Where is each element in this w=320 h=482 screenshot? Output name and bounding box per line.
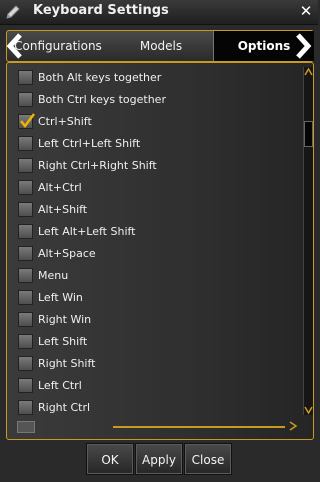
option-row[interactable]: Left Ctrl+Left Shift xyxy=(7,133,297,155)
chevron-right-icon[interactable] xyxy=(292,31,314,61)
option-label: Right Ctrl xyxy=(38,401,91,414)
option-label: Menu xyxy=(38,269,69,282)
option-row[interactable]: Left Win xyxy=(7,287,297,309)
option-label: Left Ctrl xyxy=(38,379,82,392)
option-checkbox[interactable] xyxy=(18,334,33,349)
options-panel: Both Alt keys together Both Ctrl keys tog… xyxy=(6,62,314,440)
option-checkbox[interactable] xyxy=(18,92,33,107)
pencil-icon xyxy=(6,5,20,19)
option-label: Alt+Ctrl xyxy=(38,181,82,194)
vertical-scrollbar[interactable] xyxy=(303,67,313,415)
option-checkbox[interactable] xyxy=(18,246,33,261)
option-label: Alt+Space xyxy=(38,247,96,260)
option-checkbox[interactable] xyxy=(18,202,33,217)
window-title: Keyboard Settings xyxy=(33,3,169,18)
option-label: Alt+Shift xyxy=(38,203,88,216)
tab-models[interactable]: Models xyxy=(109,31,213,61)
chevron-left-icon[interactable] xyxy=(4,31,26,61)
option-checkbox[interactable] xyxy=(18,136,33,151)
close-icon[interactable]: ✕ xyxy=(298,1,314,21)
tab-bar: Configurations Models Options xyxy=(6,30,314,62)
checkmark-icon xyxy=(20,113,35,129)
option-checkbox[interactable] xyxy=(18,70,33,85)
option-checkbox[interactable] xyxy=(18,224,33,239)
option-row[interactable]: Right Ctrl xyxy=(7,397,297,419)
option-label: Left Shift xyxy=(38,335,88,348)
tab-label: Options xyxy=(237,39,291,53)
option-row[interactable]: Left Shift xyxy=(7,331,297,353)
option-label: Right Ctrl+Right Shift xyxy=(38,159,157,172)
option-checkbox[interactable] xyxy=(18,378,33,393)
option-label: Left Win xyxy=(38,291,83,304)
option-row[interactable]: Right Shift xyxy=(7,353,297,375)
option-row[interactable]: Right Win xyxy=(7,309,297,331)
title-bar: Keyboard Settings ✕ xyxy=(0,0,318,25)
option-row[interactable]: Both Alt keys together xyxy=(7,67,297,89)
horizontal-scroll-thumb[interactable] xyxy=(17,421,35,433)
option-label: Both Ctrl keys together xyxy=(38,93,166,106)
option-checkbox[interactable] xyxy=(18,113,35,129)
dialog-buttons: OK Apply Close xyxy=(86,443,234,475)
option-row[interactable]: Alt+Shift xyxy=(7,199,297,221)
horizontal-scrollbar[interactable] xyxy=(13,419,301,433)
ok-button[interactable]: OK xyxy=(86,443,134,475)
option-label: Left Alt+Left Shift xyxy=(38,225,136,238)
scroll-right-icon[interactable] xyxy=(287,420,299,432)
option-row[interactable]: Alt+Ctrl xyxy=(7,177,297,199)
option-row[interactable]: Alt+Space xyxy=(7,243,297,265)
tab-label: Configurations xyxy=(14,39,102,53)
tab-label: Models xyxy=(139,39,183,53)
vertical-scroll-thumb[interactable] xyxy=(304,121,313,147)
option-checkbox[interactable] xyxy=(18,158,33,173)
option-label: Left Ctrl+Left Shift xyxy=(38,137,141,150)
option-row[interactable]: Left Ctrl xyxy=(7,375,297,397)
option-row[interactable]: Left Alt+Left Shift xyxy=(7,221,297,243)
option-row[interactable]: Right Ctrl+Right Shift xyxy=(7,155,297,177)
option-row[interactable]: Both Ctrl keys together xyxy=(7,89,297,111)
option-checkbox[interactable] xyxy=(18,312,33,327)
options-list: Both Alt keys together Both Ctrl keys tog… xyxy=(7,67,297,419)
scroll-up-icon[interactable] xyxy=(304,67,313,77)
option-row[interactable]: Menu xyxy=(7,265,297,287)
option-checkbox[interactable] xyxy=(18,400,33,415)
option-label: Right Win xyxy=(38,313,92,326)
option-row[interactable]: Ctrl+Shift xyxy=(7,111,297,133)
apply-button[interactable]: Apply xyxy=(135,443,183,475)
option-label: Ctrl+Shift xyxy=(38,115,92,128)
scroll-down-icon[interactable] xyxy=(304,405,313,415)
option-label: Right Shift xyxy=(38,357,96,370)
option-checkbox[interactable] xyxy=(18,290,33,305)
scroll-track-line xyxy=(113,426,285,428)
option-checkbox[interactable] xyxy=(18,180,33,195)
option-checkbox[interactable] xyxy=(18,268,33,283)
option-checkbox[interactable] xyxy=(18,356,33,371)
option-label: Both Alt keys together xyxy=(38,71,162,84)
close-button[interactable]: Close xyxy=(184,443,232,475)
